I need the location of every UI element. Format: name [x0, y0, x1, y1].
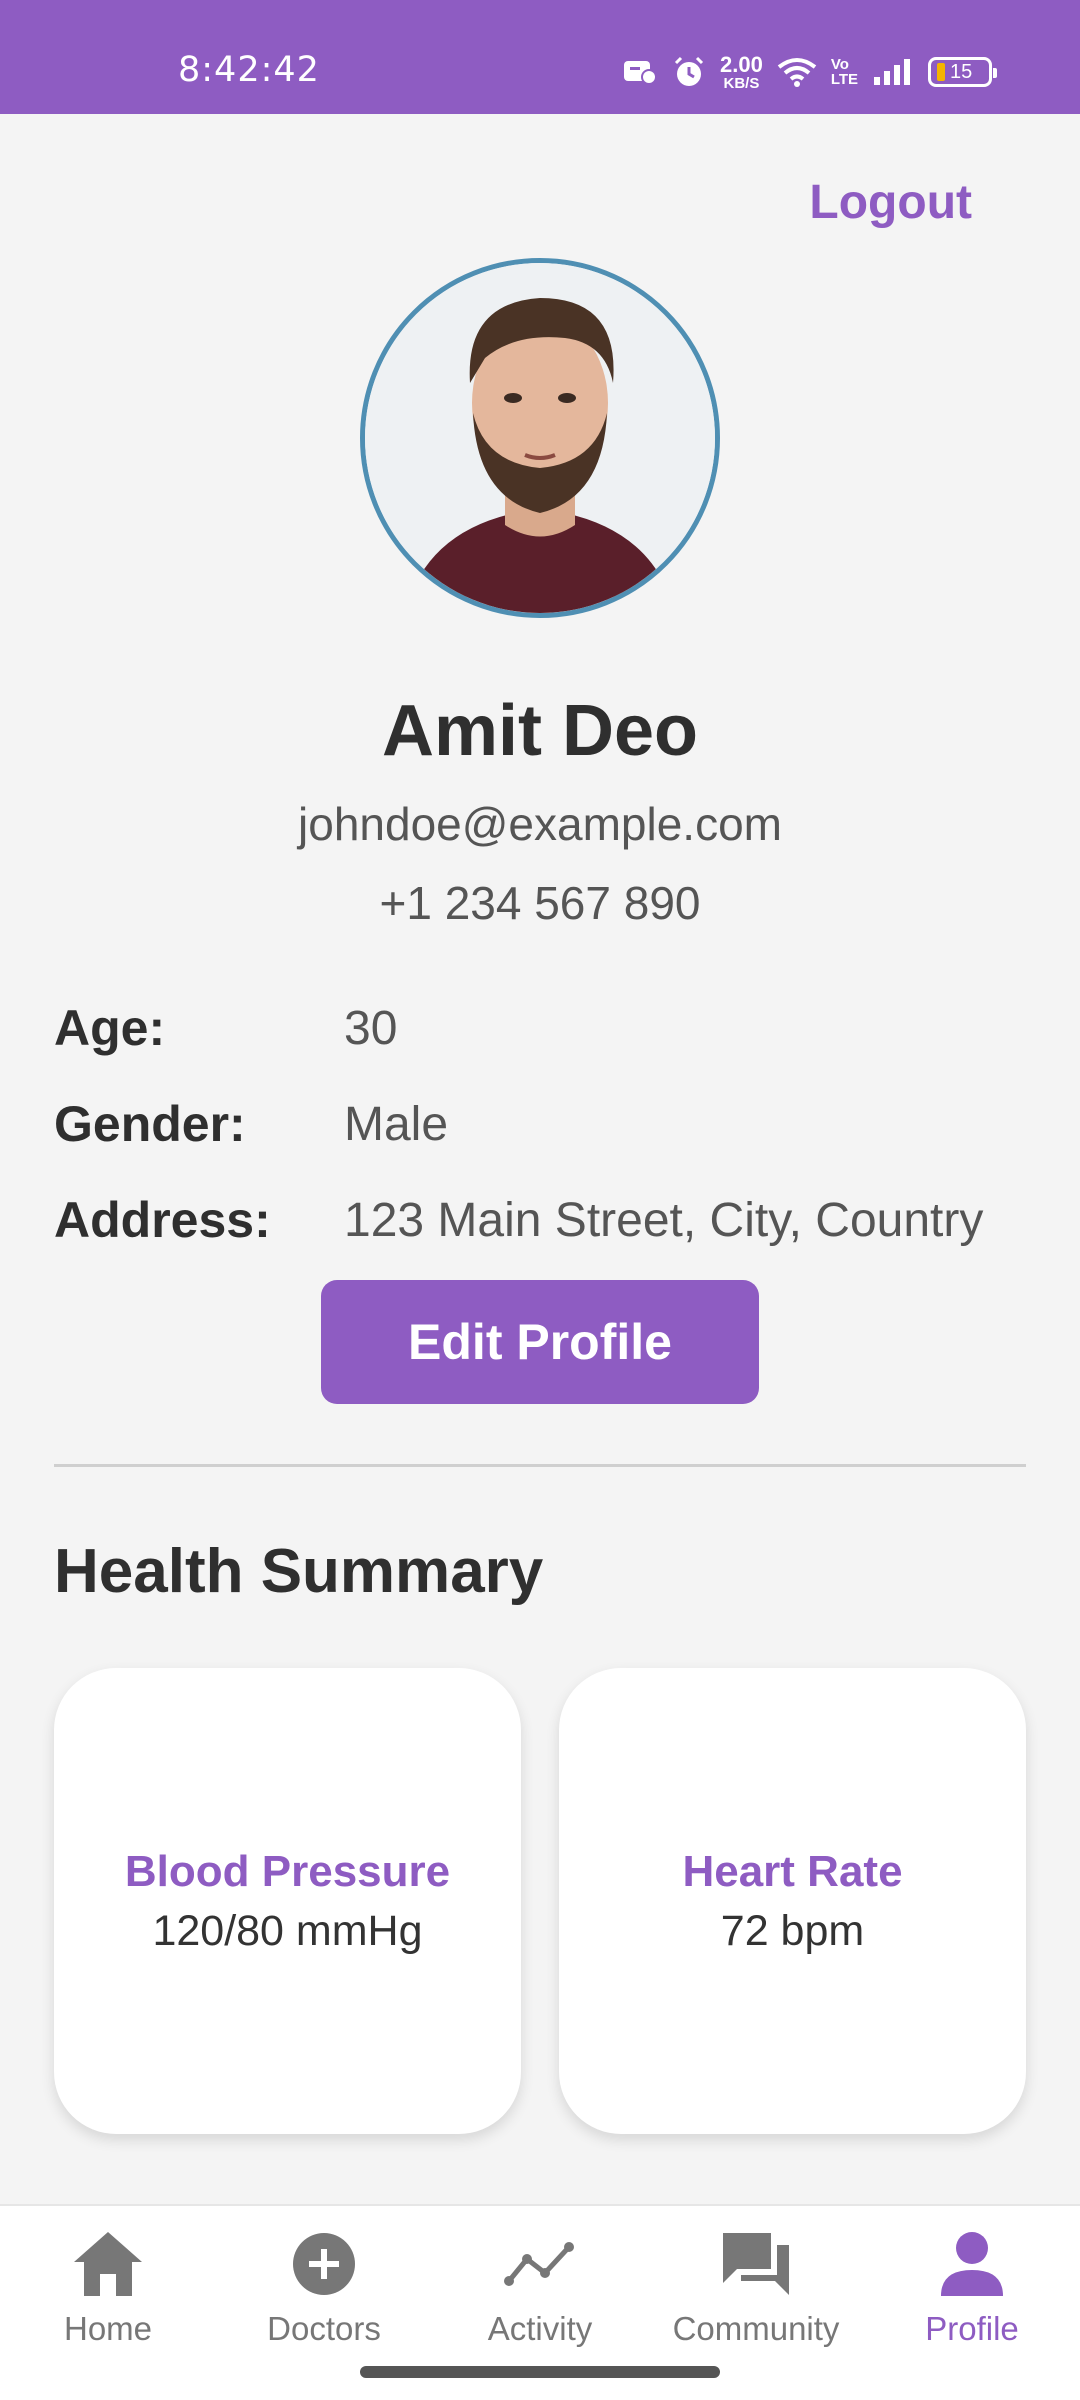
profile-name: Amit Deo: [381, 691, 699, 771]
health-card-title: Heart Rate: [682, 1846, 903, 1896]
notification-icon: [622, 57, 658, 87]
detail-label: Gender:: [54, 1096, 246, 1152]
wifi-icon: [777, 57, 817, 87]
detail-value: 30: [344, 1001, 398, 1055]
detail-value: Male: [344, 1097, 449, 1151]
nav-item-doctors[interactable]: Doctors: [216, 2226, 432, 2366]
chat-icon: [716, 2226, 796, 2302]
plus-circle-icon: [284, 2226, 364, 2302]
battery-level: 15: [950, 60, 973, 83]
nav-label: Home: [63, 2310, 153, 2347]
nav-item-activity[interactable]: Activity: [432, 2226, 648, 2366]
health-card-title: Blood Pressure: [124, 1846, 451, 1896]
profile-email: johndoe@example.com: [298, 798, 782, 850]
divider: [54, 1464, 1026, 1467]
edit-profile-button[interactable]: Edit Profile: [321, 1280, 759, 1404]
person-icon: [932, 2226, 1012, 2302]
detail-value: 123 Main Street, City, Country: [344, 1193, 984, 1247]
status-bar: 8:42:42 2.00 KB/S Vo LTE 15: [0, 0, 1080, 114]
avatar: [360, 258, 720, 618]
detail-label: Address:: [54, 1192, 271, 1248]
nav-item-profile[interactable]: Profile: [864, 2226, 1080, 2366]
activity-icon: [500, 2226, 580, 2302]
detail-row-address: Address: 123 Main Street, City, Country: [54, 1190, 983, 1250]
nav-label: Activity: [487, 2310, 593, 2347]
health-card-value: 120/80 mmHg: [152, 1906, 423, 1955]
volte-indicator: Vo LTE: [830, 56, 859, 88]
nav-label: Doctors: [267, 2310, 381, 2347]
health-card-value: 72 bpm: [720, 1906, 865, 1955]
profile-phone: +1 234 567 890: [379, 877, 701, 929]
home-icon: [68, 2226, 148, 2302]
detail-row-age: Age: 30: [54, 998, 397, 1058]
logout-button[interactable]: Logout: [809, 175, 972, 230]
nav-item-community[interactable]: Community: [648, 2226, 864, 2366]
status-time: 8:42:42: [178, 50, 320, 90]
detail-label: Age:: [54, 1000, 166, 1056]
health-summary-title: Health Summary: [54, 1537, 544, 1606]
nav-label: Community: [672, 2310, 840, 2347]
alarm-icon: [672, 55, 706, 89]
health-card-blood-pressure[interactable]: Blood Pressure 120/80 mmHg: [54, 1668, 521, 2134]
network-speed: 2.00 KB/S: [720, 51, 763, 92]
battery-icon: 15: [928, 57, 998, 87]
nav-item-home[interactable]: Home: [0, 2226, 216, 2366]
detail-row-gender: Gender: Male: [54, 1094, 448, 1154]
nav-label: Profile: [925, 2310, 1019, 2347]
health-card-heart-rate[interactable]: Heart Rate 72 bpm: [559, 1668, 1026, 2134]
signal-icon: [872, 57, 914, 87]
home-indicator[interactable]: [360, 2366, 720, 2378]
status-icons: 2.00 KB/S Vo LTE 15: [622, 50, 998, 94]
